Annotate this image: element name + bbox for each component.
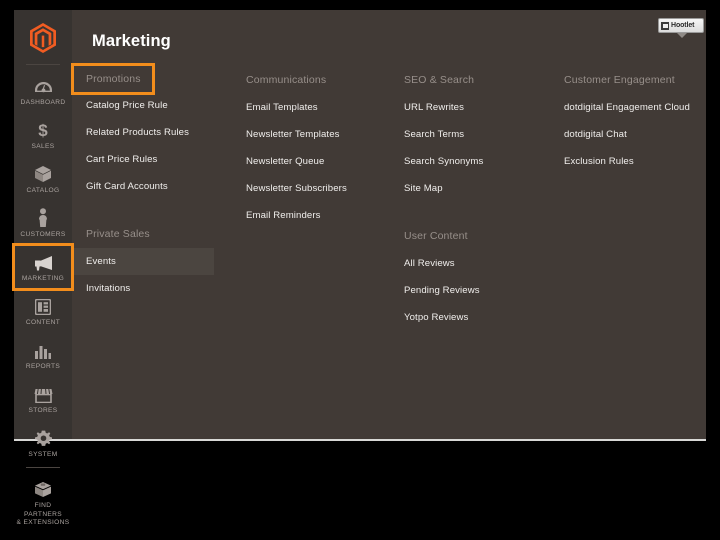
menu-group-communications: Communications Email Templates Newslette… [232, 66, 392, 229]
menu-item-gift-card-accounts[interactable]: Gift Card Accounts [72, 173, 232, 200]
hootlet-label: Hootlet [671, 22, 695, 29]
menu-item-site-map[interactable]: Site Map [390, 175, 550, 202]
sidebar-item-sales[interactable]: $ SALES [14, 113, 72, 157]
menu-group-seo-search: SEO & Search URL Rewrites Search Terms S… [390, 66, 550, 202]
menu-group-title-private-sales: Private Sales [86, 228, 150, 240]
sidebar-item-label: SALES [31, 143, 55, 150]
sidebar-item-label-line1: FIND PARTNERS [23, 502, 63, 518]
menu-group-title-promotions: Promotions [71, 63, 155, 95]
menu-item-newsletter-templates[interactable]: Newsletter Templates [232, 121, 392, 148]
sidebar-item-catalog[interactable]: CATALOG [14, 157, 72, 201]
menu-group-promotions: Promotions Catalog Price Rule Related Pr… [71, 63, 232, 200]
extension-box-icon [32, 479, 54, 498]
menu-group-title-communications: Communications [246, 74, 327, 86]
sidebar-item-customers[interactable]: CUSTOMERS [14, 201, 72, 245]
hootlet-pointer-arrow-icon [677, 33, 687, 38]
menu-group-title-seo-search: SEO & Search [404, 74, 475, 86]
menu-column-1: Promotions Catalog Price Rule Related Pr… [71, 63, 232, 302]
menu-group-customer-engagement: Customer Engagement dotdigital Engagemen… [550, 66, 720, 175]
hootlet-extension-button[interactable]: Hootlet [658, 18, 704, 33]
menu-item-pending-reviews[interactable]: Pending Reviews [390, 277, 550, 304]
magento-logo[interactable] [14, 14, 72, 62]
menu-column-2: Communications Email Templates Newslette… [232, 66, 392, 229]
menu-column-4: Customer Engagement dotdigital Engagemen… [550, 66, 720, 175]
gear-icon [32, 428, 54, 447]
menu-group-user-content: User Content All Reviews Pending Reviews… [390, 222, 550, 331]
bar-chart-icon [32, 340, 54, 359]
sidebar-item-label: REPORTS [25, 363, 61, 370]
menu-item-invitations[interactable]: Invitations [72, 275, 232, 302]
menu-item-cart-price-rules[interactable]: Cart Price Rules [72, 146, 232, 173]
magento-logo-icon [30, 23, 56, 53]
menu-item-search-synonyms[interactable]: Search Synonyms [390, 148, 550, 175]
sidebar-item-find-partners-extensions[interactable]: FIND PARTNERS & EXTENSIONS [14, 472, 72, 534]
menu-item-related-products-rules[interactable]: Related Products Rules [72, 119, 232, 146]
menu-item-email-templates[interactable]: Email Templates [232, 94, 392, 121]
menu-group-title-customer-engagement: Customer Engagement [564, 74, 675, 86]
sidebar-divider-top [26, 64, 60, 65]
sidebar-item-content[interactable]: CONTENT [14, 289, 72, 333]
page-title: Marketing [92, 32, 171, 50]
menu-item-newsletter-queue[interactable]: Newsletter Queue [232, 148, 392, 175]
main-content: Marketing Hootlet Promotions Catalog Pri… [71, 10, 706, 439]
sidebar-item-label: MARKETING [21, 275, 65, 282]
sidebar-item-system[interactable]: SYSTEM [14, 421, 72, 465]
storefront-icon [32, 384, 54, 403]
svg-text:$: $ [38, 121, 48, 139]
sidebar-item-marketing[interactable]: MARKETING [12, 243, 74, 291]
primary-sidebar: DASHBOARD $ SALES CATALOG CUSTOMERS MARK… [12, 10, 74, 526]
admin-window: DASHBOARD $ SALES CATALOG CUSTOMERS MARK… [12, 10, 706, 526]
menu-item-yotpo-reviews[interactable]: Yotpo Reviews [390, 304, 550, 331]
sidebar-item-label: STORES [28, 407, 58, 414]
sidebar-item-label-line2: & EXTENSIONS [16, 519, 70, 526]
dollar-icon: $ [32, 120, 54, 139]
sidebar-item-label: CATALOG [26, 187, 60, 194]
marketing-menu-grid: Promotions Catalog Price Rule Related Pr… [71, 63, 706, 439]
dashboard-icon [32, 76, 54, 95]
layout-icon [32, 296, 54, 315]
box-icon [32, 164, 54, 183]
menu-item-all-reviews[interactable]: All Reviews [390, 250, 550, 277]
menu-item-url-rewrites[interactable]: URL Rewrites [390, 94, 550, 121]
menu-item-exclusion-rules[interactable]: Exclusion Rules [550, 148, 720, 175]
menu-item-search-terms[interactable]: Search Terms [390, 121, 550, 148]
megaphone-icon [32, 252, 54, 271]
sidebar-item-label: CUSTOMERS [20, 231, 66, 238]
menu-item-catalog-price-rule[interactable]: Catalog Price Rule [72, 92, 232, 119]
hootlet-icon [661, 21, 669, 30]
sidebar-item-label: DASHBOARD [20, 99, 66, 106]
sidebar-item-label: CONTENT [25, 319, 61, 326]
sidebar-divider-bottom [26, 467, 60, 468]
menu-item-events[interactable]: Events [72, 248, 214, 275]
menu-group-private-sales: Private Sales Events Invitations [72, 220, 232, 302]
sidebar-item-reports[interactable]: REPORTS [14, 333, 72, 377]
sidebar-item-dashboard[interactable]: DASHBOARD [14, 69, 72, 113]
sidebar-item-label: SYSTEM [28, 451, 58, 458]
sidebar-item-stores[interactable]: STORES [14, 377, 72, 421]
person-icon [32, 208, 54, 227]
menu-column-3: SEO & Search URL Rewrites Search Terms S… [390, 66, 550, 331]
menu-group-title-user-content: User Content [404, 230, 468, 242]
menu-item-newsletter-subscribers[interactable]: Newsletter Subscribers [232, 175, 392, 202]
menu-item-email-reminders[interactable]: Email Reminders [232, 202, 392, 229]
menu-item-dotdigital-engagement-cloud[interactable]: dotdigital Engagement Cloud [550, 94, 720, 121]
menu-item-dotdigital-chat[interactable]: dotdigital Chat [550, 121, 720, 148]
